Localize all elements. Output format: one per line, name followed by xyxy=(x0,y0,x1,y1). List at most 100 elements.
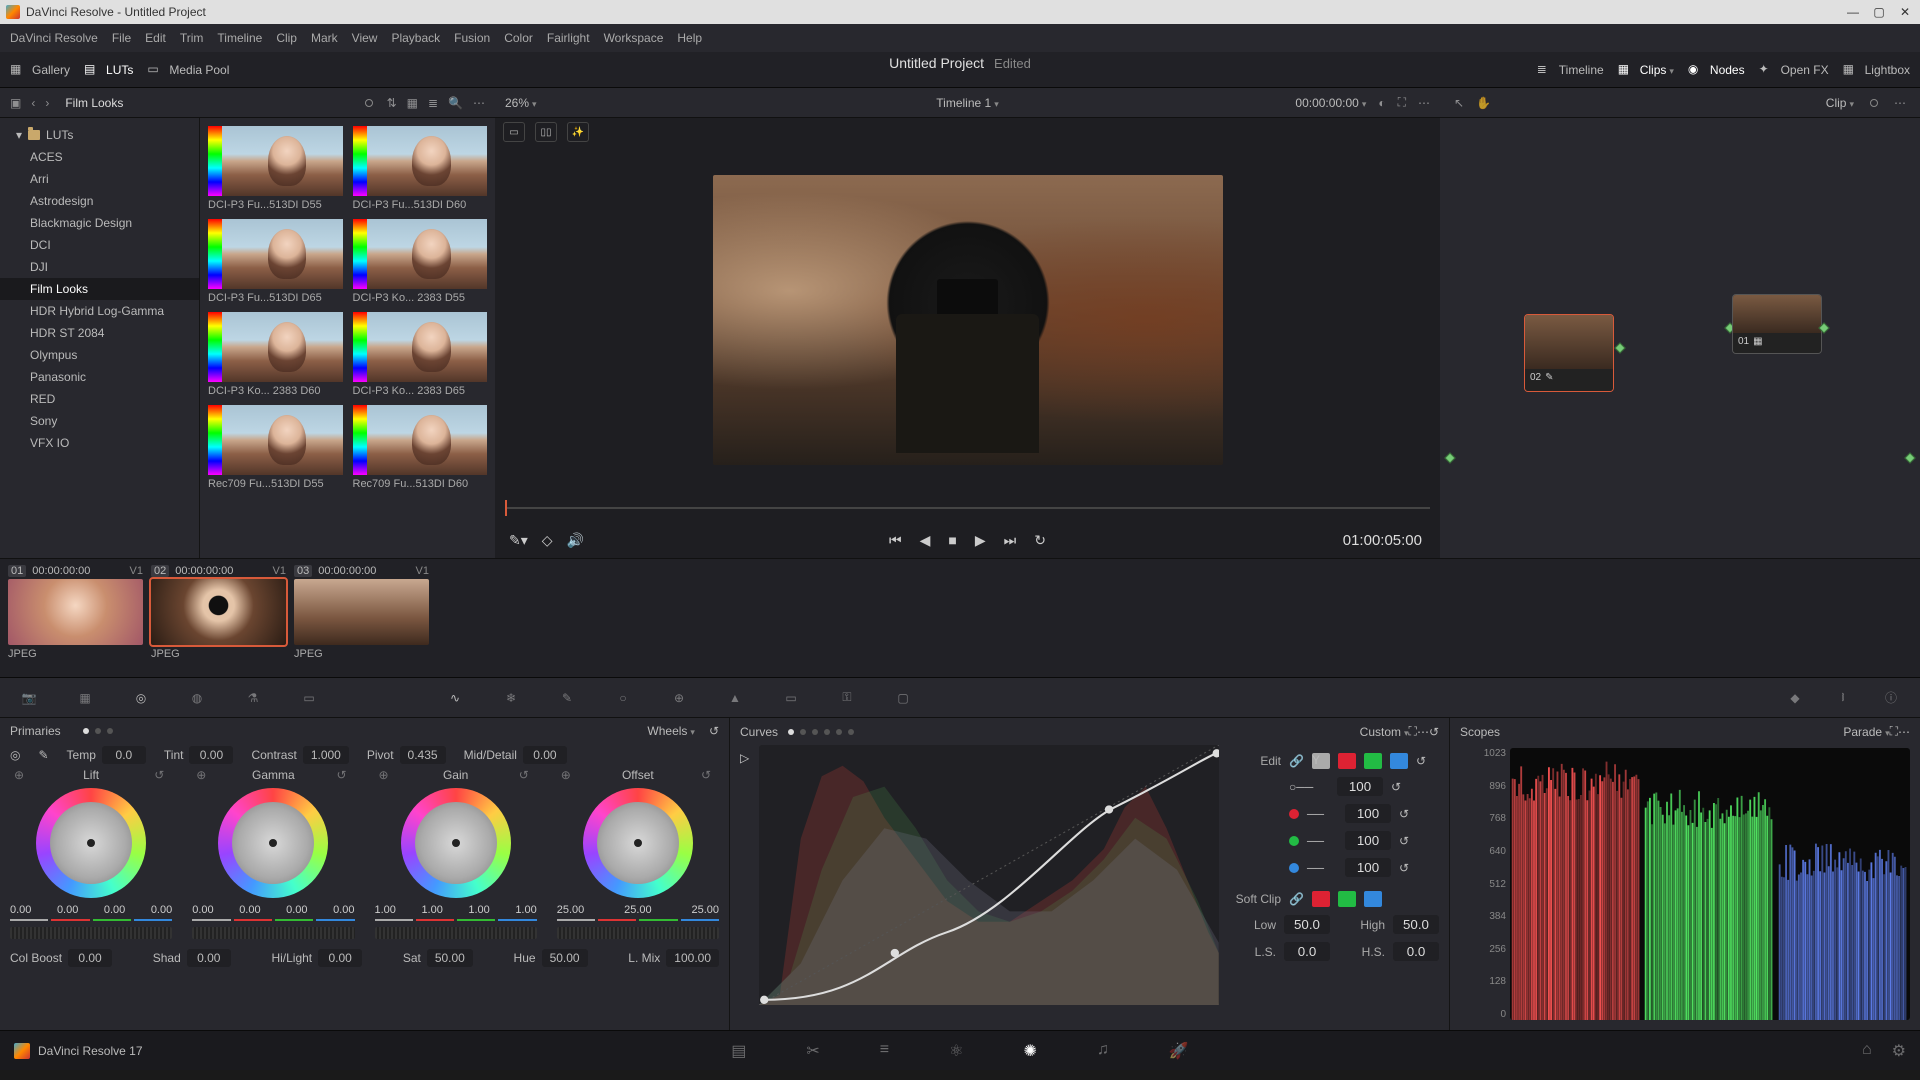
menu-fairlight[interactable]: Fairlight xyxy=(547,31,590,45)
timeline-name[interactable]: Timeline 1 xyxy=(936,96,998,110)
luts-item-olympus[interactable]: Olympus xyxy=(0,344,199,366)
primaries-wheel-icon[interactable]: ◎ xyxy=(128,685,154,711)
gallery-button[interactable]: ▦Gallery xyxy=(10,62,70,78)
node-scope-label[interactable]: Clip xyxy=(1826,96,1854,110)
lut-item[interactable]: Rec709 Fu...513DI D55 xyxy=(208,405,343,490)
color-wheel-offset[interactable] xyxy=(583,788,693,898)
curves-expand-icon[interactable]: ⛶ xyxy=(1409,724,1417,739)
nav-back-icon[interactable]: ‹ xyxy=(31,96,35,110)
luts-item-hdr-hybrid-log-gamma[interactable]: HDR Hybrid Log-Gamma xyxy=(0,300,199,322)
magic-mask-icon[interactable]: ▲ xyxy=(722,685,748,711)
softclip-hs[interactable] xyxy=(1393,942,1439,961)
viewer-timecode[interactable]: 00:00:00:00 xyxy=(1295,96,1366,110)
qualifier-icon[interactable]: ✎ xyxy=(554,685,580,711)
curves-graph[interactable] xyxy=(759,745,1219,1005)
viewer-scrubber[interactable] xyxy=(505,500,1430,516)
pivot-value[interactable]: 0.435 xyxy=(400,746,446,764)
unmix-icon[interactable]: ◇ xyxy=(542,532,553,549)
viewer-more-icon[interactable]: ⋯ xyxy=(1418,96,1430,110)
picker-white-icon[interactable]: ✎ xyxy=(38,748,48,762)
page-deliver-button[interactable]: 🚀 xyxy=(1169,1041,1189,1061)
wheel-value[interactable]: 25.00 xyxy=(691,904,719,916)
info-icon[interactable]: ⓘ xyxy=(1878,685,1904,711)
wheel-reset-button[interactable] xyxy=(154,768,164,782)
luts-item-aces[interactable]: ACES xyxy=(0,146,199,168)
lut-item[interactable]: DCI-P3 Fu...513DI D55 xyxy=(208,126,343,211)
window-minimize-button[interactable]: — xyxy=(1844,5,1862,19)
menu-help[interactable]: Help xyxy=(677,31,702,45)
curves-mode[interactable]: Custom xyxy=(1360,725,1409,739)
grid-view-icon[interactable]: ▦ xyxy=(407,96,418,110)
viewer-zoom[interactable]: 26% xyxy=(505,96,537,110)
viewer-canvas[interactable] xyxy=(495,146,1440,494)
page-fusion-button[interactable]: ⚛ xyxy=(949,1041,963,1061)
audio-icon[interactable]: 🔊 xyxy=(567,532,584,549)
settings-button[interactable]: ⚙ xyxy=(1892,1041,1906,1061)
mediapool-button[interactable]: ▭Media Pool xyxy=(147,62,229,78)
curves-icon[interactable]: ∿ xyxy=(442,685,468,711)
scopes-toggle-icon[interactable]: ⧘ xyxy=(1830,685,1856,711)
more-icon[interactable]: ⋯ xyxy=(473,96,485,110)
temp-value[interactable]: 0.0 xyxy=(102,746,146,764)
wheel-value[interactable]: 1.00 xyxy=(375,904,396,916)
node-02[interactable]: 02✎ xyxy=(1524,314,1614,392)
luts-item-panasonic[interactable]: Panasonic xyxy=(0,366,199,388)
node-02-out[interactable] xyxy=(1614,342,1625,353)
contrast-value[interactable]: 1.000 xyxy=(303,746,349,764)
color-match-icon[interactable]: ▦ xyxy=(72,685,98,711)
luts-item-astrodesign[interactable]: Astrodesign xyxy=(0,190,199,212)
wheel-value[interactable]: 1.00 xyxy=(515,904,536,916)
menu-timeline[interactable]: Timeline xyxy=(217,31,262,45)
lut-item[interactable]: Rec709 Fu...513DI D60 xyxy=(353,405,488,490)
motion-icon[interactable]: ▭ xyxy=(296,685,322,711)
wheel-value[interactable]: 1.00 xyxy=(421,904,442,916)
search-icon[interactable]: 🔍 xyxy=(448,96,463,110)
menu-clip[interactable]: Clip xyxy=(276,31,297,45)
menu-edit[interactable]: Edit xyxy=(145,31,166,45)
tracker-icon[interactable]: ⊕ xyxy=(666,685,692,711)
color-wheel-gamma[interactable] xyxy=(218,788,328,898)
node-more-icon[interactable]: ⋯ xyxy=(1894,96,1906,110)
channel-r-button[interactable] xyxy=(1338,753,1356,769)
menu-mark[interactable]: Mark xyxy=(311,31,338,45)
lut-item[interactable]: DCI-P3 Ko... 2383 D60 xyxy=(208,312,343,397)
wheel-value[interactable]: 25.00 xyxy=(557,904,585,916)
clip-03[interactable]: 0300:00:00:00V1JPEG xyxy=(294,565,429,671)
go-end-button[interactable]: ⏭ xyxy=(1004,532,1017,549)
link2-icon[interactable]: 🔗 xyxy=(1289,892,1304,906)
loop-button[interactable]: ↻ xyxy=(1034,532,1046,549)
lut-item[interactable]: DCI-P3 Fu...513DI D65 xyxy=(208,219,343,304)
keyframe-icon[interactable]: ◆ xyxy=(1782,685,1808,711)
window-close-button[interactable]: ✕ xyxy=(1896,5,1914,19)
pointer-icon[interactable]: ↖ xyxy=(1454,96,1464,110)
softclip-ls[interactable] xyxy=(1284,942,1330,961)
softclip-low[interactable] xyxy=(1284,915,1330,934)
clip-01[interactable]: 0100:00:00:00V1JPEG xyxy=(8,565,143,671)
curves-more-icon[interactable]: ⋯ xyxy=(1417,725,1429,739)
home-button[interactable]: ⌂ xyxy=(1862,1041,1872,1061)
luts-item-film-looks[interactable]: Film Looks xyxy=(0,278,199,300)
luts-item-blackmagic-design[interactable]: Blackmagic Design xyxy=(0,212,199,234)
tint-value[interactable]: 0.00 xyxy=(189,746,233,764)
wheel-reset-button[interactable] xyxy=(701,768,711,782)
menu-playback[interactable]: Playback xyxy=(391,31,440,45)
wheel-value[interactable]: 0.00 xyxy=(333,904,354,916)
menu-color[interactable]: Color xyxy=(504,31,533,45)
channel-y-button[interactable]: Y xyxy=(1312,753,1330,769)
wheel-jog[interactable] xyxy=(557,927,719,939)
intensity-b[interactable] xyxy=(1345,858,1391,877)
softclip-b[interactable] xyxy=(1364,891,1382,907)
softclip-r[interactable] xyxy=(1312,891,1330,907)
luts-root-node[interactable]: ▾ LUTs xyxy=(0,124,199,146)
intensity-y[interactable] xyxy=(1337,777,1383,796)
menu-trim[interactable]: Trim xyxy=(180,31,204,45)
window-maximize-button[interactable]: ▢ xyxy=(1870,5,1888,19)
curves-reset-button[interactable] xyxy=(1429,725,1439,739)
wand-icon[interactable]: ✨ xyxy=(567,122,589,142)
wheel-value[interactable]: 0.00 xyxy=(57,904,78,916)
scopes-expand-icon[interactable]: ⛶ xyxy=(1890,724,1898,739)
wheel-picker-icon[interactable]: ⊕ xyxy=(14,768,24,782)
channel-b-button[interactable] xyxy=(1390,753,1408,769)
wheel-value[interactable]: 0.00 xyxy=(286,904,307,916)
softclip-g[interactable] xyxy=(1338,891,1356,907)
